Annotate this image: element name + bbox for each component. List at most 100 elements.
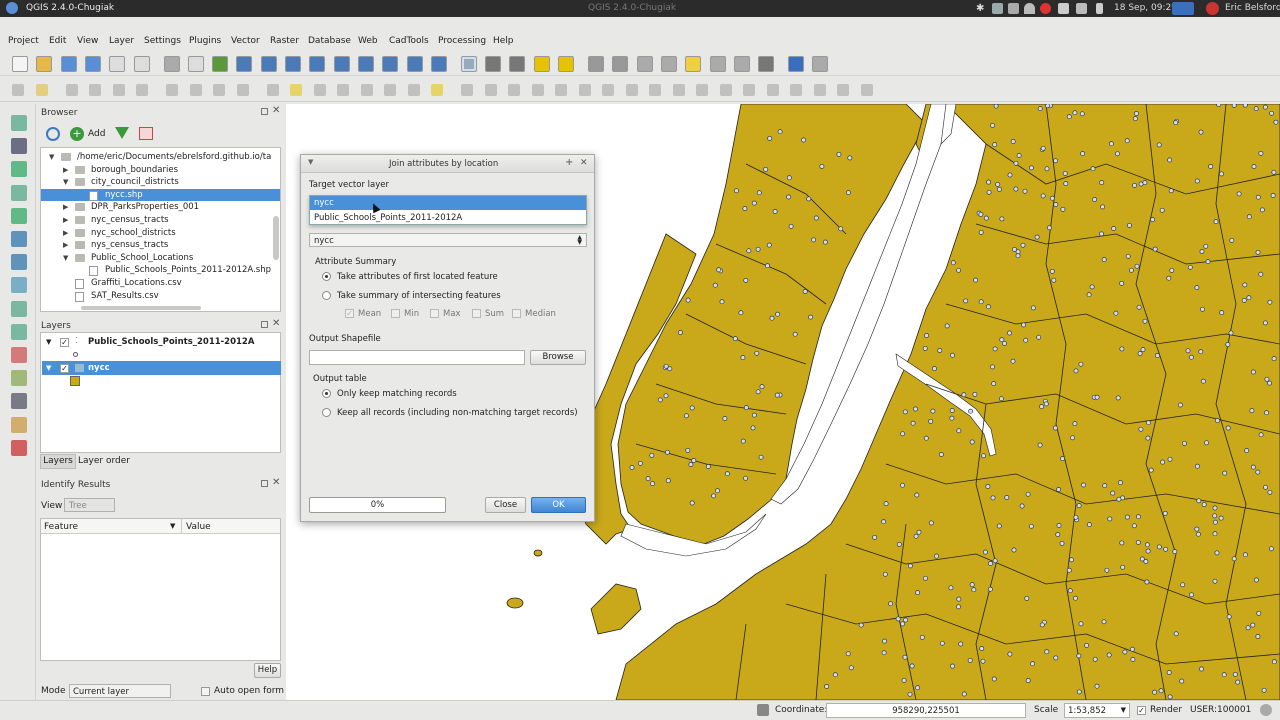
editing-tool-icon[interactable] [213,84,225,96]
expand-arrow-icon[interactable]: ▼ [46,364,51,372]
stat-checkbox[interactable] [472,309,481,318]
wifi-icon[interactable] [1024,3,1035,14]
battery-icon[interactable] [1096,3,1103,14]
join-layer-select[interactable]: nycc ▲ ▼ [309,233,587,247]
menu-item[interactable]: Vector [231,36,260,46]
identify-float-icon[interactable] [261,480,268,487]
tab-layer-order[interactable]: Layer order [78,456,130,467]
volume-icon[interactable] [1076,3,1087,14]
add-vector-layer-icon[interactable] [11,115,27,131]
add-button-label[interactable]: Add [88,129,105,139]
crs-status[interactable]: USER:100001 [1190,705,1251,715]
measure-icon[interactable] [612,56,629,72]
stop-icon[interactable] [1040,3,1051,14]
editing-tool-icon[interactable] [461,84,473,96]
add-wcs-layer-icon[interactable] [11,254,27,271]
render-checkbox[interactable]: ✓ [1137,706,1146,715]
expand-arrow-icon[interactable]: ▼ [46,338,51,346]
dialog-maximize-icon[interactable]: + [565,157,573,168]
editing-tool-icon[interactable] [89,84,101,96]
python-console-icon[interactable] [11,439,27,456]
editing-tool-icon[interactable] [290,84,302,96]
network-icon[interactable] [1008,3,1019,14]
composer-manager-icon[interactable] [133,56,150,72]
editing-tool-icon[interactable] [384,84,396,96]
browser-item[interactable]: ▼ /home/eric/Documents/ebrelsford.github.… [41,151,280,164]
identify-close-icon[interactable]: ✕ [272,477,280,488]
browser-item[interactable]: ▶ DPR_ParksProperties_001 [41,201,280,214]
close-button[interactable]: Close [485,497,526,513]
dialog-close-icon[interactable]: ✕ [580,158,588,168]
add-delimited-text-icon[interactable] [11,300,27,317]
select-icon[interactable] [485,56,502,72]
view-select[interactable]: Tree [64,498,115,512]
mail-icon[interactable] [1058,3,1069,14]
layer-visibility-checkbox[interactable]: ✓ [60,338,69,347]
menu-item[interactable]: Web [358,36,378,46]
stat-checkbox[interactable] [391,309,400,318]
collapsed-arrow-icon[interactable]: ▶ [63,227,71,240]
editing-tool-icon[interactable] [12,84,24,96]
user-name[interactable]: Eric Belsford [1225,3,1280,13]
identify-icon[interactable] [460,56,477,72]
mode-select[interactable]: Current layer [69,684,171,698]
radio-summary-label[interactable]: Take summary of intersecting features [337,291,501,301]
browser-item[interactable]: ▶ borough_boundaries [41,164,280,177]
collapsed-arrow-icon[interactable]: ▶ [63,214,71,227]
text-annotation-icon[interactable] [758,56,775,72]
editing-tool-icon[interactable] [672,84,685,96]
keyboard-icon[interactable] [1172,2,1194,15]
new-print-composer-icon[interactable] [109,56,126,72]
editing-tool-icon[interactable] [649,84,661,96]
collapsed-arrow-icon[interactable]: ▶ [63,201,71,214]
editing-tool-icon[interactable] [719,84,732,96]
editing-tool-icon[interactable] [743,84,755,96]
editing-tool-icon[interactable] [407,84,420,96]
add-icon[interactable]: + [70,127,84,141]
refresh-icon[interactable] [406,56,423,72]
zoom-full-icon[interactable] [285,56,301,72]
target-layer-dropdown[interactable]: nycc Public_Schools_Points_2011-2012A [309,195,587,225]
value-column-header[interactable]: Value [186,522,211,532]
browser-item[interactable]: SAT_Results.csv [41,290,280,303]
save-as-icon[interactable] [84,56,101,72]
editing-tool-icon[interactable] [337,84,349,96]
add-raster-layer-icon[interactable] [11,138,27,155]
browser-item[interactable]: nycc.shp [41,188,280,202]
power-icon[interactable] [1206,2,1219,15]
zoom-to-selection-icon[interactable] [309,56,326,72]
tab-layers[interactable]: Layers [40,454,76,469]
layer-row-nycc[interactable]: ▼ ✓ nycc [42,361,281,375]
editing-tool-icon[interactable] [860,84,873,96]
dropdown-option-nycc[interactable]: nycc [310,196,586,210]
add-sql-icon[interactable] [11,393,27,410]
expanded-arrow-icon[interactable]: ▼ [49,151,57,164]
dropbox-icon[interactable] [992,3,1003,14]
layer-visibility-checkbox[interactable]: ✓ [60,364,69,373]
open-project-icon[interactable] [36,56,53,72]
zoom-to-layer-icon[interactable] [333,56,350,72]
menu-item[interactable]: Edit [49,36,66,46]
editing-tool-icon[interactable] [431,84,443,96]
editing-tool-icon[interactable] [266,84,279,96]
browser-item[interactable]: ▶ nyc_census_tracts [41,214,280,227]
pan-icon[interactable] [163,56,180,72]
new-shapefile-icon[interactable] [11,323,27,340]
browser-item[interactable]: Graffiti_Locations.csv [41,277,280,290]
zoom-last-icon[interactable] [357,56,374,72]
coordinate-field[interactable]: 958290,225501 [826,703,1026,718]
menu-item[interactable]: Settings [144,36,181,46]
menu-item[interactable]: Raster [270,36,299,46]
layer-name[interactable]: Public_Schools_Points_2011-2012A [88,337,254,347]
map-tips-icon[interactable] [430,56,447,72]
georeferencer-icon[interactable] [11,416,27,433]
bluetooth-icon[interactable]: ✱ [976,3,987,14]
coordinate-toggle-icon[interactable] [757,704,769,716]
radio-first-feature[interactable] [322,272,331,281]
ok-button[interactable]: OK [531,497,586,513]
browser-float-icon[interactable] [261,108,268,115]
menu-item[interactable]: View [77,36,98,46]
browser-item[interactable]: ▶ nys_census_tracts [41,239,280,252]
zoom-out-icon[interactable] [236,56,253,72]
collapse-all-icon[interactable] [139,127,153,140]
